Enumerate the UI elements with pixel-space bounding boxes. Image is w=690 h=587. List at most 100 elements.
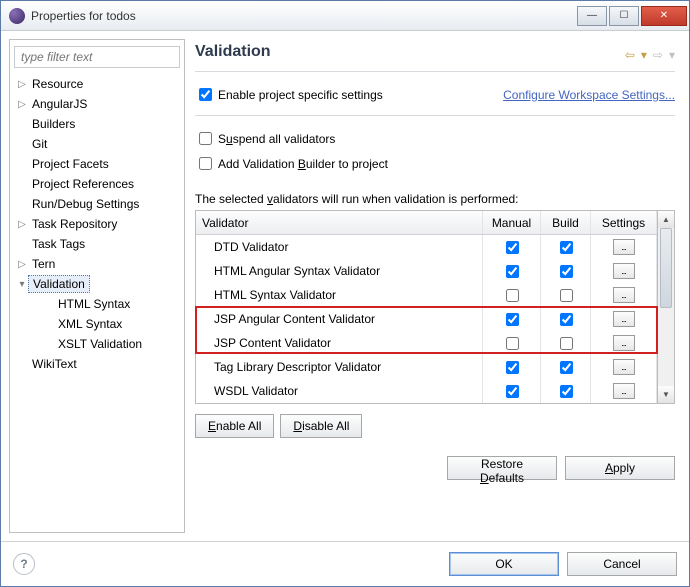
cell-settings: ... bbox=[591, 235, 657, 259]
manual-checkbox[interactable] bbox=[506, 361, 519, 374]
build-checkbox[interactable] bbox=[560, 385, 573, 398]
dialog-footer: ? OK Cancel bbox=[1, 541, 689, 586]
build-checkbox[interactable] bbox=[560, 313, 573, 326]
sidebar-item-project-references[interactable]: Project References bbox=[14, 174, 180, 194]
col-settings[interactable]: Settings bbox=[591, 211, 657, 234]
cell-manual bbox=[483, 283, 541, 307]
validator-name: HTML Syntax Validator bbox=[196, 283, 483, 307]
col-manual[interactable]: Manual bbox=[483, 211, 541, 234]
sidebar-item-tern[interactable]: ▷Tern bbox=[14, 254, 180, 274]
build-checkbox[interactable] bbox=[560, 241, 573, 254]
back-icon[interactable]: ⇦ bbox=[625, 48, 635, 62]
close-button[interactable]: ✕ bbox=[641, 6, 687, 26]
settings-button[interactable]: ... bbox=[613, 359, 635, 375]
sidebar-item-builders[interactable]: Builders bbox=[14, 114, 180, 134]
apply-button[interactable]: Apply bbox=[565, 456, 675, 480]
table-row[interactable]: Tag Library Descriptor Validator... bbox=[196, 355, 657, 379]
sidebar-item-label: HTML Syntax bbox=[54, 296, 134, 312]
window-title: Properties for todos bbox=[31, 9, 575, 23]
validator-name: JSP Angular Content Validator bbox=[196, 307, 483, 331]
sidebar-item-html-syntax[interactable]: HTML Syntax bbox=[14, 294, 180, 314]
suspend-validators-checkbox[interactable] bbox=[199, 132, 212, 145]
cancel-button[interactable]: Cancel bbox=[567, 552, 677, 576]
dialog-body: ▷Resource▷AngularJSBuildersGitProject Fa… bbox=[1, 31, 689, 541]
sidebar-item-label: XSLT Validation bbox=[54, 336, 146, 352]
separator bbox=[195, 71, 675, 72]
ok-button[interactable]: OK bbox=[449, 552, 559, 576]
twisty-icon[interactable]: ▷ bbox=[16, 259, 28, 270]
manual-checkbox[interactable] bbox=[506, 385, 519, 398]
forward-menu-icon[interactable]: ▾ bbox=[669, 48, 675, 62]
sidebar-item-wikitext[interactable]: WikiText bbox=[14, 354, 180, 374]
build-checkbox[interactable] bbox=[560, 337, 573, 350]
sidebar-item-label: XML Syntax bbox=[54, 316, 126, 332]
build-checkbox[interactable] bbox=[560, 361, 573, 374]
sidebar-item-xslt-validation[interactable]: XSLT Validation bbox=[14, 334, 180, 354]
cell-manual bbox=[483, 331, 541, 355]
sidebar-item-task-repository[interactable]: ▷Task Repository bbox=[14, 214, 180, 234]
cell-settings: ... bbox=[591, 259, 657, 283]
configure-workspace-link[interactable]: Configure Workspace Settings... bbox=[503, 88, 675, 102]
manual-checkbox[interactable] bbox=[506, 241, 519, 254]
filter-input[interactable] bbox=[14, 46, 180, 68]
sidebar-item-label: Run/Debug Settings bbox=[28, 196, 143, 212]
sidebar-item-label: WikiText bbox=[28, 356, 81, 372]
sidebar-item-git[interactable]: Git bbox=[14, 134, 180, 154]
cell-build bbox=[541, 379, 591, 403]
table-row[interactable]: WSDL Validator... bbox=[196, 379, 657, 403]
minimize-button[interactable]: — bbox=[577, 6, 607, 26]
sidebar: ▷Resource▷AngularJSBuildersGitProject Fa… bbox=[9, 39, 185, 533]
sidebar-item-angularjs[interactable]: ▷AngularJS bbox=[14, 94, 180, 114]
table-scrollbar[interactable]: ▲ ▼ bbox=[658, 210, 675, 404]
settings-button[interactable]: ... bbox=[613, 311, 635, 327]
help-icon[interactable]: ? bbox=[13, 553, 35, 575]
scroll-up-icon[interactable]: ▲ bbox=[658, 211, 674, 228]
twisty-icon[interactable]: ▷ bbox=[16, 99, 28, 110]
settings-button[interactable]: ... bbox=[613, 335, 635, 351]
table-row[interactable]: HTML Syntax Validator... bbox=[196, 283, 657, 307]
sidebar-item-project-facets[interactable]: Project Facets bbox=[14, 154, 180, 174]
dialog-window: Properties for todos — ☐ ✕ ▷Resource▷Ang… bbox=[0, 0, 690, 587]
maximize-button[interactable]: ☐ bbox=[609, 6, 639, 26]
settings-button[interactable]: ... bbox=[613, 263, 635, 279]
restore-defaults-button[interactable]: Restore Defaults bbox=[447, 456, 557, 480]
enable-project-specific-checkbox[interactable] bbox=[199, 88, 212, 101]
col-build[interactable]: Build bbox=[541, 211, 591, 234]
sidebar-item-run-debug-settings[interactable]: Run/Debug Settings bbox=[14, 194, 180, 214]
page-heading: Validation bbox=[195, 43, 625, 61]
twisty-icon[interactable]: ▷ bbox=[16, 79, 28, 90]
back-menu-icon[interactable]: ▾ bbox=[641, 48, 647, 62]
sidebar-item-label: Validation bbox=[28, 275, 90, 293]
table-row[interactable]: HTML Angular Syntax Validator... bbox=[196, 259, 657, 283]
scroll-thumb[interactable] bbox=[660, 228, 672, 308]
settings-button[interactable]: ... bbox=[613, 287, 635, 303]
add-builder-checkbox[interactable] bbox=[199, 157, 212, 170]
sidebar-item-xml-syntax[interactable]: XML Syntax bbox=[14, 314, 180, 334]
forward-icon[interactable]: ⇨ bbox=[653, 48, 663, 62]
table-row[interactable]: JSP Angular Content Validator... bbox=[196, 307, 657, 331]
manual-checkbox[interactable] bbox=[506, 337, 519, 350]
build-checkbox[interactable] bbox=[560, 265, 573, 278]
sidebar-item-label: Resource bbox=[28, 76, 87, 92]
cell-settings: ... bbox=[591, 379, 657, 403]
build-checkbox[interactable] bbox=[560, 289, 573, 302]
settings-button[interactable]: ... bbox=[613, 383, 635, 399]
validator-name: DTD Validator bbox=[196, 235, 483, 259]
sidebar-item-task-tags[interactable]: Task Tags bbox=[14, 234, 180, 254]
col-validator[interactable]: Validator bbox=[196, 211, 483, 234]
enable-all-button[interactable]: Enable All bbox=[195, 414, 274, 438]
manual-checkbox[interactable] bbox=[506, 265, 519, 278]
cell-manual bbox=[483, 355, 541, 379]
scroll-down-icon[interactable]: ▼ bbox=[658, 386, 674, 403]
manual-checkbox[interactable] bbox=[506, 313, 519, 326]
sidebar-item-resource[interactable]: ▷Resource bbox=[14, 74, 180, 94]
table-row[interactable]: JSP Content Validator... bbox=[196, 331, 657, 355]
cell-build bbox=[541, 355, 591, 379]
table-row[interactable]: DTD Validator... bbox=[196, 235, 657, 259]
settings-button[interactable]: ... bbox=[613, 239, 635, 255]
disable-all-button[interactable]: Disable All bbox=[280, 414, 362, 438]
twisty-icon[interactable]: ▾ bbox=[16, 279, 28, 290]
manual-checkbox[interactable] bbox=[506, 289, 519, 302]
sidebar-item-validation[interactable]: ▾Validation bbox=[14, 274, 180, 294]
twisty-icon[interactable]: ▷ bbox=[16, 219, 28, 230]
